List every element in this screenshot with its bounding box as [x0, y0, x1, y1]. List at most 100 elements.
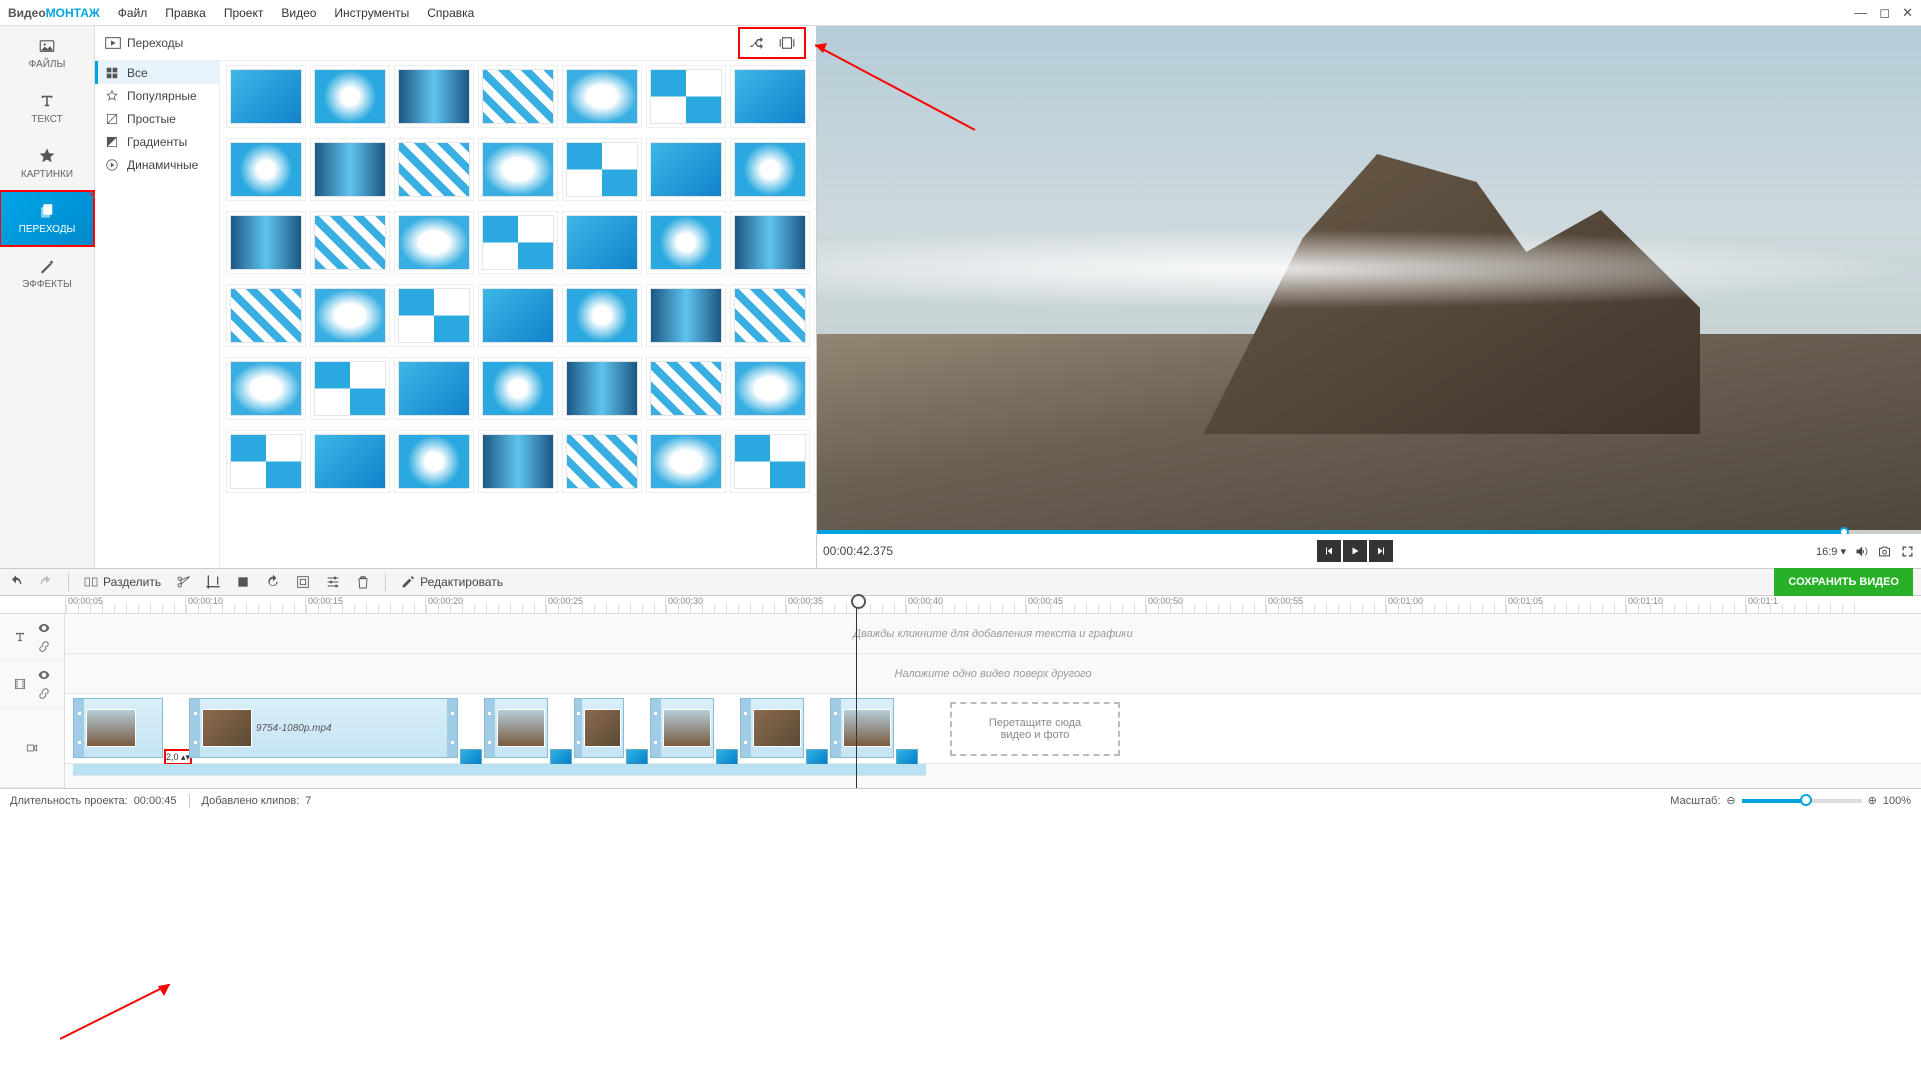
tab-pictures[interactable]: КАРТИНКИ	[0, 136, 94, 191]
transition-thumb[interactable]	[482, 69, 554, 124]
timeline-body[interactable]: Дважды кликните для добавления текста и …	[65, 614, 1921, 788]
menu-file[interactable]: Файл	[118, 6, 148, 20]
transition-thumb[interactable]	[566, 288, 638, 343]
clip-handle[interactable]	[447, 699, 457, 757]
zoom-knob[interactable]	[1800, 794, 1812, 806]
clip-3[interactable]	[484, 698, 548, 758]
link-icon[interactable]	[37, 639, 51, 653]
shuffle-button[interactable]	[744, 31, 770, 55]
save-video-button[interactable]: СОХРАНИТЬ ВИДЕО	[1774, 568, 1913, 596]
clip-6[interactable]	[740, 698, 804, 758]
transition-thumbnails[interactable]	[220, 61, 816, 568]
transition-thumb[interactable]	[398, 215, 470, 270]
transition-thumb[interactable]	[398, 69, 470, 124]
zoom-out-button[interactable]: ⊖	[1726, 794, 1735, 807]
transition-thumb[interactable]	[482, 361, 554, 416]
clip-handle[interactable]	[190, 699, 200, 757]
transition-thumb[interactable]	[734, 361, 806, 416]
transition-thumb[interactable]	[734, 69, 806, 124]
transition-thumb[interactable]	[314, 288, 386, 343]
transition-thumb[interactable]	[650, 215, 722, 270]
transition-thumb[interactable]	[230, 215, 302, 270]
zoom-in-button[interactable]: ⊕	[1868, 794, 1877, 807]
transition-thumb[interactable]	[650, 288, 722, 343]
maximize-button[interactable]: ◻	[1879, 5, 1890, 21]
redo-icon[interactable]	[38, 574, 54, 590]
clip-5[interactable]	[650, 698, 714, 758]
eye-icon[interactable]	[37, 668, 51, 682]
minimize-button[interactable]: —	[1854, 5, 1867, 21]
transition-thumb[interactable]	[314, 69, 386, 124]
play-button[interactable]	[1343, 540, 1367, 562]
transition-thumb[interactable]	[482, 215, 554, 270]
transition-thumb[interactable]	[650, 434, 722, 489]
transition-thumb[interactable]	[398, 288, 470, 343]
preview-video[interactable]	[817, 26, 1921, 534]
transition-thumb[interactable]	[230, 361, 302, 416]
transition-thumb[interactable]	[734, 142, 806, 197]
tab-effects[interactable]: ЭФФЕКТЫ	[0, 246, 94, 301]
transition-thumb[interactable]	[566, 361, 638, 416]
eye-icon[interactable]	[37, 621, 51, 635]
transition-thumb[interactable]	[482, 288, 554, 343]
transition-thumb[interactable]	[314, 215, 386, 270]
rotate-icon[interactable]	[265, 574, 281, 590]
aspect-ratio[interactable]: 16:9 ▾	[1816, 545, 1846, 558]
transition-thumb[interactable]	[482, 434, 554, 489]
transition-thumb[interactable]	[230, 288, 302, 343]
transition-thumb[interactable]	[734, 215, 806, 270]
drop-zone[interactable]: Перетащите сюда видео и фото	[950, 702, 1120, 756]
transition-thumb[interactable]	[566, 434, 638, 489]
cut-icon[interactable]	[175, 574, 191, 590]
snapshot-icon[interactable]	[1877, 544, 1892, 559]
menu-help[interactable]: Справка	[427, 6, 474, 20]
clip-1[interactable]	[73, 698, 163, 758]
category-dynamic[interactable]: Динамичные	[95, 153, 219, 176]
menu-tools[interactable]: Инструменты	[334, 6, 409, 20]
video-track[interactable]: 2,0 ▴▾ 9754-1080p.mp4 2,0 2,0 2,0 2,0 2,…	[65, 694, 1921, 764]
apply-all-button[interactable]	[774, 31, 800, 55]
transition-thumb[interactable]	[398, 361, 470, 416]
transition-thumb[interactable]	[398, 434, 470, 489]
trash-icon[interactable]	[355, 574, 371, 590]
tab-text[interactable]: ТЕКСТ	[0, 81, 94, 136]
transition-thumb[interactable]	[230, 69, 302, 124]
transition-thumb[interactable]	[734, 288, 806, 343]
transition-thumb[interactable]	[398, 142, 470, 197]
progress-knob[interactable]	[1839, 527, 1849, 534]
category-simple[interactable]: Простые	[95, 107, 219, 130]
edit-button[interactable]: Редактировать	[400, 574, 503, 590]
split-button[interactable]: Разделить	[83, 574, 161, 590]
clip-4[interactable]	[574, 698, 624, 758]
transition-thumb[interactable]	[314, 434, 386, 489]
playhead[interactable]	[856, 596, 857, 788]
transition-thumb[interactable]	[734, 434, 806, 489]
tab-transitions[interactable]: ПЕРЕХОДЫ	[0, 191, 94, 246]
transition-duration-field[interactable]: 2,0 ▴▾	[164, 749, 192, 765]
prev-frame-button[interactable]	[1317, 540, 1341, 562]
transition-thumb[interactable]	[566, 142, 638, 197]
resize-icon[interactable]	[295, 574, 311, 590]
menu-project[interactable]: Проект	[224, 6, 264, 20]
clip-2[interactable]: 9754-1080p.mp4	[189, 698, 458, 758]
menu-video[interactable]: Видео	[281, 6, 316, 20]
transition-thumb[interactable]	[230, 434, 302, 489]
next-frame-button[interactable]	[1369, 540, 1393, 562]
transitions-strip[interactable]	[73, 764, 926, 776]
category-all[interactable]: Все	[95, 61, 219, 84]
menu-edit[interactable]: Правка	[165, 6, 206, 20]
transition-thumb[interactable]	[566, 215, 638, 270]
clip-7[interactable]	[830, 698, 894, 758]
transition-thumb[interactable]	[566, 69, 638, 124]
timeline-ruler[interactable]: 00:00:0500:00:1000:00:1500:00:2000:00:25…	[0, 596, 1921, 614]
undo-icon[interactable]	[8, 574, 24, 590]
transition-thumb[interactable]	[482, 142, 554, 197]
fullscreen-icon[interactable]	[1900, 544, 1915, 559]
link-icon[interactable]	[37, 686, 51, 700]
transition-thumb[interactable]	[314, 361, 386, 416]
volume-icon[interactable]	[1854, 544, 1869, 559]
transition-thumb[interactable]	[314, 142, 386, 197]
clip-handle[interactable]	[74, 699, 84, 757]
tab-files[interactable]: ФАЙЛЫ	[0, 26, 94, 81]
preview-progress[interactable]	[817, 530, 1921, 534]
